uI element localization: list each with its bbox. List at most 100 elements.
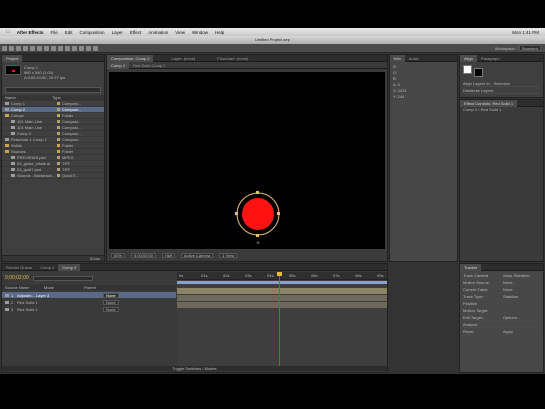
timeline-layer-row[interactable]: 1 Adjustm... Layer 3 None [2,292,176,299]
tab-project[interactable]: Project [2,54,23,62]
layer-parent-dropdown[interactable]: None [103,292,119,298]
pen-tool-icon[interactable] [51,45,56,51]
project-col-type[interactable]: Type [52,95,61,100]
subtab-comp-2[interactable]: Comp 2 [107,61,130,69]
visibility-eye-icon[interactable] [5,300,9,304]
mask-tool-icon[interactable] [44,45,49,51]
camera-tool-icon[interactable] [30,45,35,51]
tab-composition[interactable]: Composition: Comp 2 [107,54,154,62]
tracker-row-value[interactable]: None [503,280,513,285]
tracker-row-label[interactable]: Analyze: [463,322,503,327]
current-time-field[interactable]: 0;00;02;00 [131,252,156,258]
label-color-swatch[interactable] [57,150,60,153]
tracker-row-value[interactable]: Warp Stabilizer [503,273,530,278]
project-item[interactable]: Sounds - Backtrack... QuickTi... [2,173,104,179]
label-color-swatch[interactable] [57,132,60,135]
hand-tool-icon[interactable] [9,45,14,51]
tab-tracker[interactable]: Tracker [460,263,482,271]
align-row-value[interactable]: Selection [494,81,510,86]
tab-effect-controls[interactable]: Effect Controls: Red Solid 1 [460,99,518,107]
label-color-swatch[interactable] [57,138,60,141]
camera-dropdown[interactable]: Active Camera [181,252,214,258]
tab-info[interactable]: Info [390,54,405,62]
menu-animation[interactable]: Animation [148,30,168,35]
rotate-tool-icon[interactable] [23,45,28,51]
work-area-bar[interactable] [177,281,387,284]
timeline-col-source[interactable]: Source Name [2,285,44,290]
tab-audio[interactable]: Audio [405,55,423,62]
workspace-dropdown[interactable]: Standard [518,45,541,51]
tracker-row-value[interactable]: Apply [503,329,513,334]
project-bpc[interactable]: 8 bpc [90,256,100,260]
menu-view[interactable]: View [175,30,185,35]
timeline-col-parent[interactable]: Parent [84,285,96,290]
clone-tool-icon[interactable] [72,45,77,51]
tracker-row-label[interactable]: Edit Target... [463,315,503,320]
pan-behind-tool-icon[interactable] [37,45,42,51]
timeline-graph[interactable]: 0s 01s 02s 03s 04s 05s 06s 07s 08s 09s [177,272,387,372]
label-color-swatch[interactable] [57,156,60,159]
zoom-dropdown[interactable]: 50% [111,252,126,258]
tab-layer[interactable]: Layer: (none) [167,55,199,62]
visibility-eye-icon[interactable] [5,307,9,311]
fill-color-swatch[interactable] [463,65,472,74]
handle-right[interactable] [277,212,280,215]
layer-bar-3[interactable] [177,302,387,308]
zoom-tool-icon[interactable] [16,45,21,51]
view-layout-dropdown[interactable]: 1 View [219,252,238,258]
tracker-row-value[interactable]: Options... [503,315,520,320]
label-color-swatch[interactable] [57,174,60,177]
playhead-handle-icon[interactable] [277,272,282,276]
layer-bar-1[interactable] [177,288,387,294]
timeline-layer-row[interactable]: 2 Red Solid 1 None [2,299,176,306]
project-col-name[interactable]: Name [2,95,52,100]
roto-tool-icon[interactable] [86,45,91,51]
tab-comp-1[interactable]: Comp 1 [36,264,58,271]
resolution-dropdown[interactable]: Half [161,252,176,258]
label-color-swatch[interactable] [57,144,60,147]
tab-comp-2[interactable]: Comp 2 [58,263,81,271]
layer-name[interactable]: Adjustm... Layer 3 [17,293,61,298]
project-search-input[interactable] [5,87,101,93]
brush-tool-icon[interactable] [65,45,70,51]
tracker-row-label[interactable]: Current Track: [463,287,503,292]
label-color-swatch[interactable] [57,126,60,129]
layer-parent-dropdown[interactable]: None [103,299,119,305]
handle-top[interactable] [256,191,259,194]
tracker-row-label[interactable]: Motion Source: [463,280,503,285]
stroke-color-swatch[interactable] [474,68,483,77]
composition-canvas[interactable]: ⊕ [109,72,385,249]
timeline-current-time[interactable]: 0;00;02;00 [5,275,29,281]
type-tool-icon[interactable] [58,45,63,51]
visibility-eye-icon[interactable] [5,293,9,297]
tab-render-queue[interactable]: Render Queue [2,264,36,271]
tracker-row-value[interactable]: None [503,287,513,292]
label-color-swatch[interactable] [57,120,60,123]
layer-name[interactable]: Red Solid 1 [17,300,61,305]
apple-menu-icon[interactable]:  [6,29,10,35]
menu-file[interactable]: File [51,30,58,35]
layer-parent-dropdown[interactable]: None [103,306,119,312]
tracker-row-label[interactable]: Reset [463,329,503,334]
time-ruler[interactable]: 0s 01s 02s 03s 04s 05s 06s 07s 08s 09s [177,272,387,280]
handle-left[interactable] [235,212,238,215]
menu-window[interactable]: Window [192,30,208,35]
handle-bottom[interactable] [256,234,259,237]
selection-tool-icon[interactable] [2,45,7,51]
red-circle-layer[interactable] [242,198,274,230]
label-color-swatch[interactable] [57,102,60,105]
label-color-swatch[interactable] [57,168,60,171]
tab-character[interactable]: Align [460,54,477,62]
menu-help[interactable]: Help [215,30,224,35]
label-color-swatch[interactable] [57,162,60,165]
toggle-switches-modes[interactable]: Toggle Switches / Modes [172,366,216,371]
playhead[interactable] [279,272,280,372]
subtab-red-solid[interactable]: Red Solid Comp 1 [129,62,169,69]
label-color-swatch[interactable] [57,108,60,111]
menu-effect[interactable]: Effect [130,30,141,35]
menu-after-effects[interactable]: After Effects [17,30,44,35]
tab-paragraph[interactable]: Paragraph [477,55,504,62]
layer-bar-2[interactable] [177,295,387,301]
label-color-swatch[interactable] [57,114,60,117]
tracker-row-label[interactable]: Motion Target: [463,308,503,313]
